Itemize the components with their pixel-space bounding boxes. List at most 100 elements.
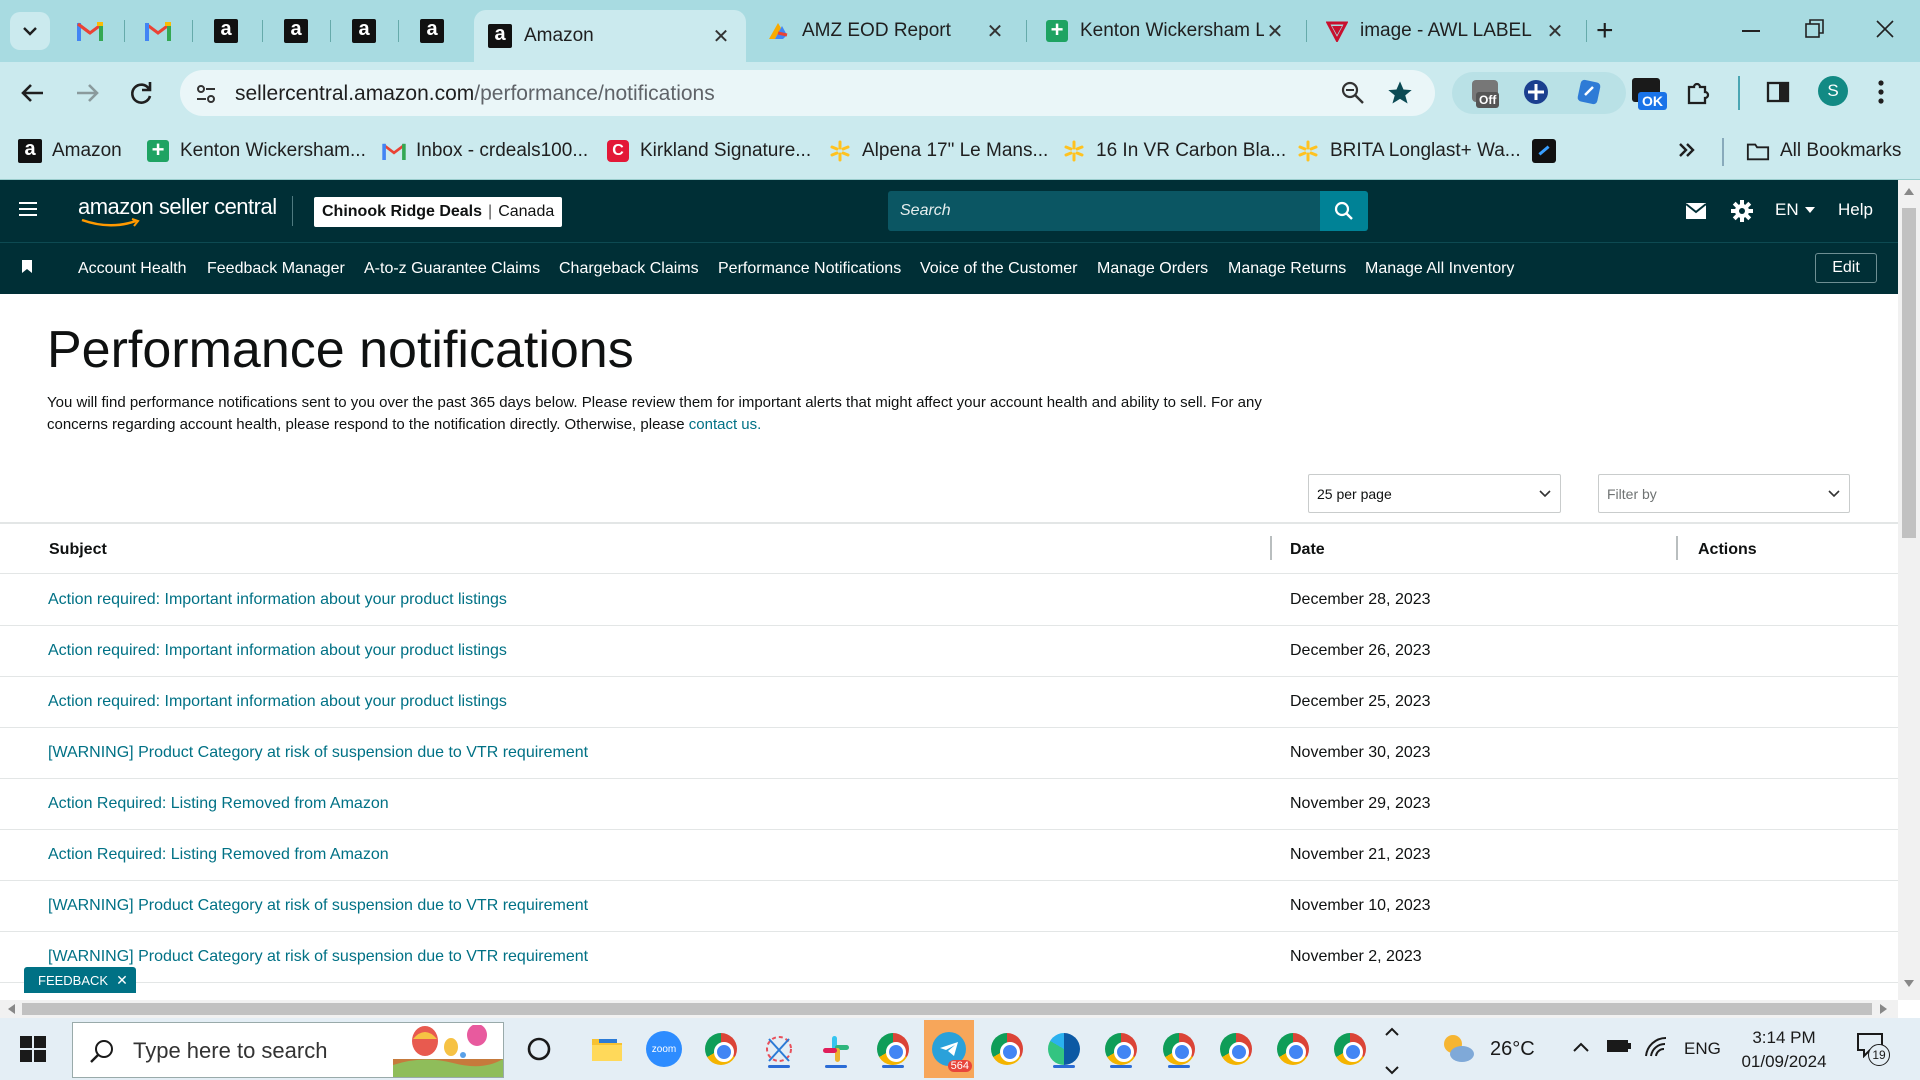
extension-blue-tag[interactable]: [1576, 78, 1602, 111]
zoom-app-button[interactable]: zoom: [643, 1028, 685, 1070]
chrome-taskbar-3[interactable]: [986, 1028, 1028, 1070]
chrome-taskbar-5[interactable]: [1158, 1028, 1200, 1070]
pinned-tab-amazon-1[interactable]: a: [196, 10, 256, 52]
bookmark-alpena[interactable]: Alpena 17" Le Mans...: [828, 136, 1048, 166]
side-panel-button[interactable]: [1764, 78, 1792, 111]
close-icon[interactable]: ✕: [1264, 19, 1286, 44]
file-explorer-button[interactable]: [586, 1028, 628, 1070]
taskbar-search-input[interactable]: Type here to search: [72, 1022, 504, 1078]
edit-nav-button[interactable]: Edit: [1815, 253, 1877, 283]
pinned-tab-amazon-2[interactable]: a: [266, 10, 326, 52]
tab-search-button[interactable]: [10, 12, 50, 50]
all-bookmarks-button[interactable]: All Bookmarks: [1746, 136, 1901, 166]
extension-puzzle-blue[interactable]: [1522, 78, 1550, 111]
start-button[interactable]: [20, 1036, 46, 1067]
tab-amazon[interactable]: a Amazon ✕: [474, 10, 746, 62]
close-icon[interactable]: ✕: [1544, 19, 1566, 44]
tab-amz-eod-report[interactable]: AMZ EOD Report ✕: [752, 10, 1020, 52]
nav-account-health[interactable]: Account Health: [78, 260, 187, 278]
site-info-button[interactable]: [194, 82, 218, 111]
notification-subject-link[interactable]: [WARNING] Product Category at risk of su…: [48, 897, 588, 915]
notification-subject-link[interactable]: [WARNING] Product Category at risk of su…: [48, 744, 588, 762]
extension-off[interactable]: Off: [1470, 74, 1504, 112]
notification-subject-link[interactable]: Action Required: Listing Removed from Am…: [48, 846, 389, 864]
pinned-tab-gmail-1[interactable]: [60, 10, 120, 52]
bookmark-nav-button[interactable]: [22, 260, 32, 278]
contact-us-link[interactable]: contact us.: [689, 416, 762, 433]
taskbar-scroll-up[interactable]: [1384, 1024, 1400, 1042]
nav-manage-returns[interactable]: Manage Returns: [1228, 260, 1346, 278]
slack-button[interactable]: [815, 1028, 857, 1070]
close-icon[interactable]: ✕: [984, 19, 1006, 44]
nav-chargeback-claims[interactable]: Chargeback Claims: [559, 260, 699, 278]
help-link[interactable]: Help: [1838, 200, 1873, 220]
seller-search-input[interactable]: Search: [888, 191, 1320, 231]
zoom-button[interactable]: [1340, 80, 1366, 111]
notification-subject-link[interactable]: Action Required: Listing Removed from Am…: [48, 795, 389, 813]
chrome-taskbar-4[interactable]: [1100, 1028, 1142, 1070]
nav-performance-notifications[interactable]: Performance Notifications: [718, 260, 901, 278]
telegram-button[interactable]: 564: [924, 1020, 974, 1078]
pinned-tab-amazon-4[interactable]: a: [402, 10, 462, 52]
task-view-button[interactable]: [518, 1028, 560, 1070]
weather-widget[interactable]: [1440, 1032, 1476, 1069]
pinned-tab-gmail-2[interactable]: [128, 10, 188, 52]
chrome-taskbar-6[interactable]: [1215, 1028, 1257, 1070]
extensions-button[interactable]: [1684, 78, 1712, 111]
horizontal-scrollbar[interactable]: [0, 1000, 1898, 1018]
tab-image-awl-label[interactable]: image - AWL LABEL ✕: [1312, 10, 1580, 52]
seller-search-button[interactable]: [1320, 191, 1368, 231]
close-icon[interactable]: ✕: [710, 24, 732, 49]
notification-subject-link[interactable]: [WARNING] Product Category at risk of su…: [48, 948, 588, 966]
back-button[interactable]: [18, 78, 48, 113]
per-page-select[interactable]: 25 per page: [1308, 474, 1561, 513]
extension-ok[interactable]: OK: [1628, 72, 1668, 116]
settings-button[interactable]: [1730, 199, 1754, 228]
bookmark-star-button[interactable]: [1386, 79, 1414, 112]
chrome-taskbar-7[interactable]: [1272, 1028, 1314, 1070]
new-tab-button[interactable]: +: [1596, 14, 1614, 48]
more-bookmarks-button[interactable]: [1676, 138, 1698, 167]
nav-manage-all-inventory[interactable]: Manage All Inventory: [1365, 260, 1514, 278]
bookmark-kirkland[interactable]: C Kirkland Signature...: [606, 136, 811, 166]
chrome-taskbar-2[interactable]: [872, 1028, 914, 1070]
language-selector[interactable]: EN: [1775, 200, 1815, 220]
bookmark-unlabeled[interactable]: [1532, 136, 1556, 166]
scrollbar-thumb[interactable]: [22, 1003, 1872, 1015]
close-window-button[interactable]: [1870, 14, 1900, 44]
forward-button[interactable]: [72, 78, 102, 113]
chrome-taskbar-1[interactable]: [700, 1028, 742, 1070]
account-switcher[interactable]: Chinook Ridge Deals | Canada: [314, 197, 563, 227]
reload-button[interactable]: [126, 78, 156, 113]
nav-a-to-z-claims[interactable]: A-to-z Guarantee Claims: [364, 260, 540, 278]
taskbar-scroll-down[interactable]: [1384, 1062, 1400, 1080]
minimize-button[interactable]: [1736, 14, 1766, 44]
bookmark-amazon[interactable]: a Amazon: [18, 136, 122, 166]
bookmark-brita[interactable]: BRITA Longlast+ Wa...: [1296, 136, 1521, 166]
profile-avatar[interactable]: S: [1818, 76, 1848, 106]
network-indicator[interactable]: [1644, 1036, 1668, 1063]
edge-button[interactable]: [1043, 1028, 1085, 1070]
clock[interactable]: 3:14 PM 01/09/2024: [1734, 1026, 1834, 1074]
input-language[interactable]: ENG: [1684, 1039, 1721, 1059]
address-bar[interactable]: sellercentral.amazon.com/performance/not…: [180, 70, 1435, 116]
tab-kenton-wickersham[interactable]: + Kenton Wickersham L ✕: [1032, 10, 1300, 52]
bookmark-16in-vr-carbon[interactable]: 16 In VR Carbon Bla...: [1062, 136, 1286, 166]
notification-subject-link[interactable]: Action required: Important information a…: [48, 642, 507, 660]
close-icon[interactable]: ✕: [116, 972, 128, 989]
notification-subject-link[interactable]: Action required: Important information a…: [48, 693, 507, 711]
vertical-scrollbar[interactable]: [1898, 180, 1920, 1000]
notification-subject-link[interactable]: Action required: Important information a…: [48, 591, 507, 609]
battery-indicator[interactable]: [1606, 1038, 1632, 1059]
browser-menu-button[interactable]: [1876, 78, 1886, 111]
nav-voice-of-customer[interactable]: Voice of the Customer: [920, 260, 1077, 278]
bookmark-inbox[interactable]: Inbox - crdeals100...: [382, 136, 588, 166]
show-hidden-icons-button[interactable]: [1572, 1040, 1590, 1058]
messages-button[interactable]: [1685, 202, 1707, 225]
seller-central-logo[interactable]: amazon seller central: [78, 194, 277, 228]
feedback-tab[interactable]: FEEDBACK ✕: [24, 967, 136, 993]
bookmark-kenton-wickersham[interactable]: + Kenton Wickersham...: [146, 136, 366, 166]
notifications-button[interactable]: 19: [1856, 1032, 1890, 1066]
pinned-tab-amazon-3[interactable]: a: [334, 10, 394, 52]
nav-manage-orders[interactable]: Manage Orders: [1097, 260, 1208, 278]
